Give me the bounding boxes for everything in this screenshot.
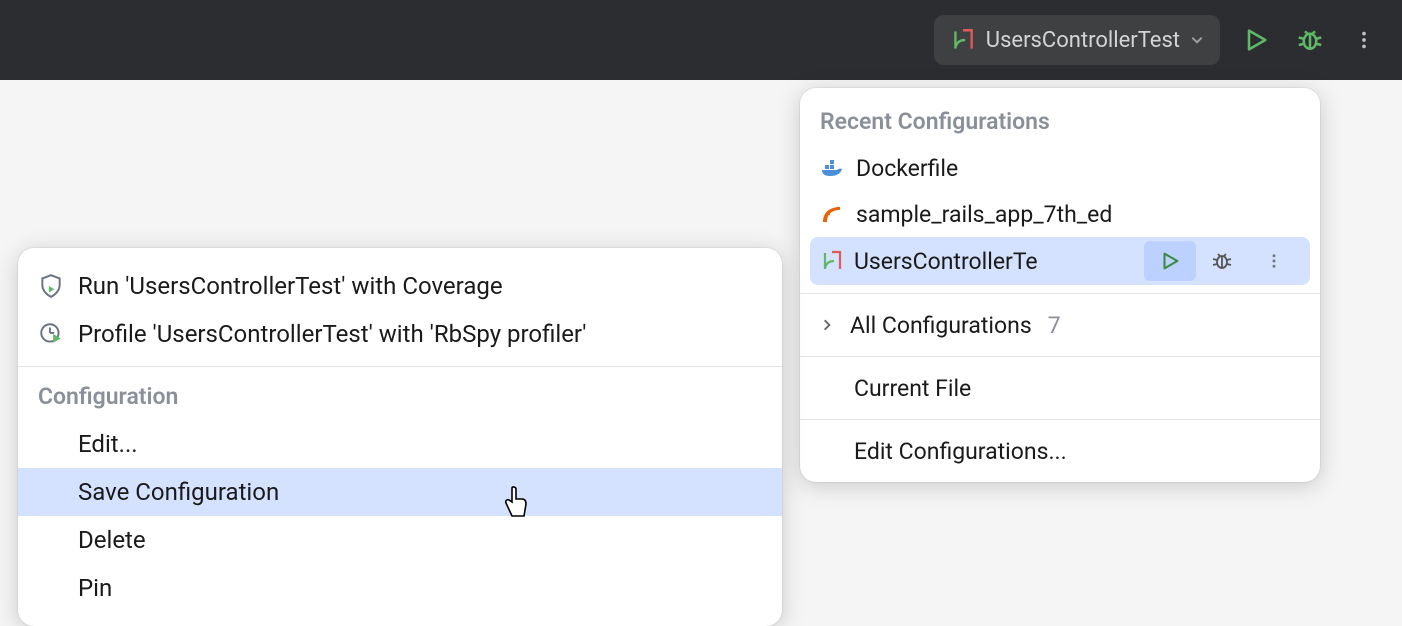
- chevron-right-icon: [820, 318, 838, 332]
- edit-configs-label: Edit Configurations...: [854, 438, 1067, 465]
- menu-label: Save Configuration: [78, 478, 279, 506]
- divider: [800, 419, 1320, 420]
- delete-item[interactable]: Delete: [18, 516, 782, 564]
- config-item-users-test[interactable]: UsersControllerTe: [810, 237, 1310, 285]
- menu-label: Pin: [78, 574, 112, 602]
- all-configs-count: 7: [1048, 312, 1061, 339]
- edit-configurations-item[interactable]: Edit Configurations...: [800, 428, 1320, 474]
- profile-item[interactable]: Profile 'UsersControllerTest' with 'RbSp…: [18, 310, 782, 358]
- main-toolbar: UsersControllerTest: [0, 0, 1402, 80]
- more-actions-button[interactable]: [1346, 22, 1382, 58]
- config-label: UsersControllerTe: [854, 248, 1038, 275]
- config-item-rails-app[interactable]: sample_rails_app_7th_ed: [800, 191, 1320, 237]
- save-configuration-item[interactable]: Save Configuration: [18, 468, 782, 516]
- run-config-dropdown-panel: Recent Configurations Dockerfile sample_…: [800, 88, 1320, 482]
- config-label: Dockerfile: [856, 155, 958, 182]
- current-file-label: Current File: [854, 375, 971, 402]
- debug-inline-button[interactable]: [1196, 241, 1248, 281]
- menu-label: Edit...: [78, 430, 138, 458]
- current-file-item[interactable]: Current File: [800, 365, 1320, 411]
- configuration-section-header: Configuration: [18, 375, 782, 420]
- rails-test-icon: [950, 27, 976, 53]
- run-with-coverage-item[interactable]: Run 'UsersControllerTest' with Coverage: [18, 262, 782, 310]
- rails-test-icon: [820, 249, 844, 273]
- more-inline-button[interactable]: [1248, 241, 1300, 281]
- docker-icon: [820, 156, 844, 180]
- edit-item[interactable]: Edit...: [18, 420, 782, 468]
- all-configs-label: All Configurations: [850, 312, 1032, 339]
- divider: [800, 293, 1320, 294]
- chevron-down-icon: [1190, 33, 1204, 47]
- run-button[interactable]: [1238, 22, 1274, 58]
- config-label: sample_rails_app_7th_ed: [856, 201, 1112, 228]
- divider: [18, 366, 782, 367]
- pin-item[interactable]: Pin: [18, 564, 782, 612]
- menu-label: Delete: [78, 526, 146, 554]
- divider: [800, 356, 1320, 357]
- rails-icon: [820, 202, 844, 226]
- recent-configs-header: Recent Configurations: [800, 100, 1320, 145]
- context-menu-panel: Run 'UsersControllerTest' with Coverage …: [18, 248, 782, 626]
- run-config-label: UsersControllerTest: [986, 28, 1180, 53]
- menu-label: Run 'UsersControllerTest' with Coverage: [78, 272, 503, 300]
- debug-button[interactable]: [1292, 22, 1328, 58]
- run-config-selector[interactable]: UsersControllerTest: [934, 15, 1220, 65]
- profiler-clock-icon: [38, 321, 64, 347]
- all-configurations-item[interactable]: All Configurations 7: [800, 302, 1320, 348]
- run-inline-button[interactable]: [1144, 241, 1196, 281]
- menu-label: Profile 'UsersControllerTest' with 'RbSp…: [78, 320, 586, 348]
- config-item-dockerfile[interactable]: Dockerfile: [800, 145, 1320, 191]
- coverage-shield-icon: [38, 273, 64, 299]
